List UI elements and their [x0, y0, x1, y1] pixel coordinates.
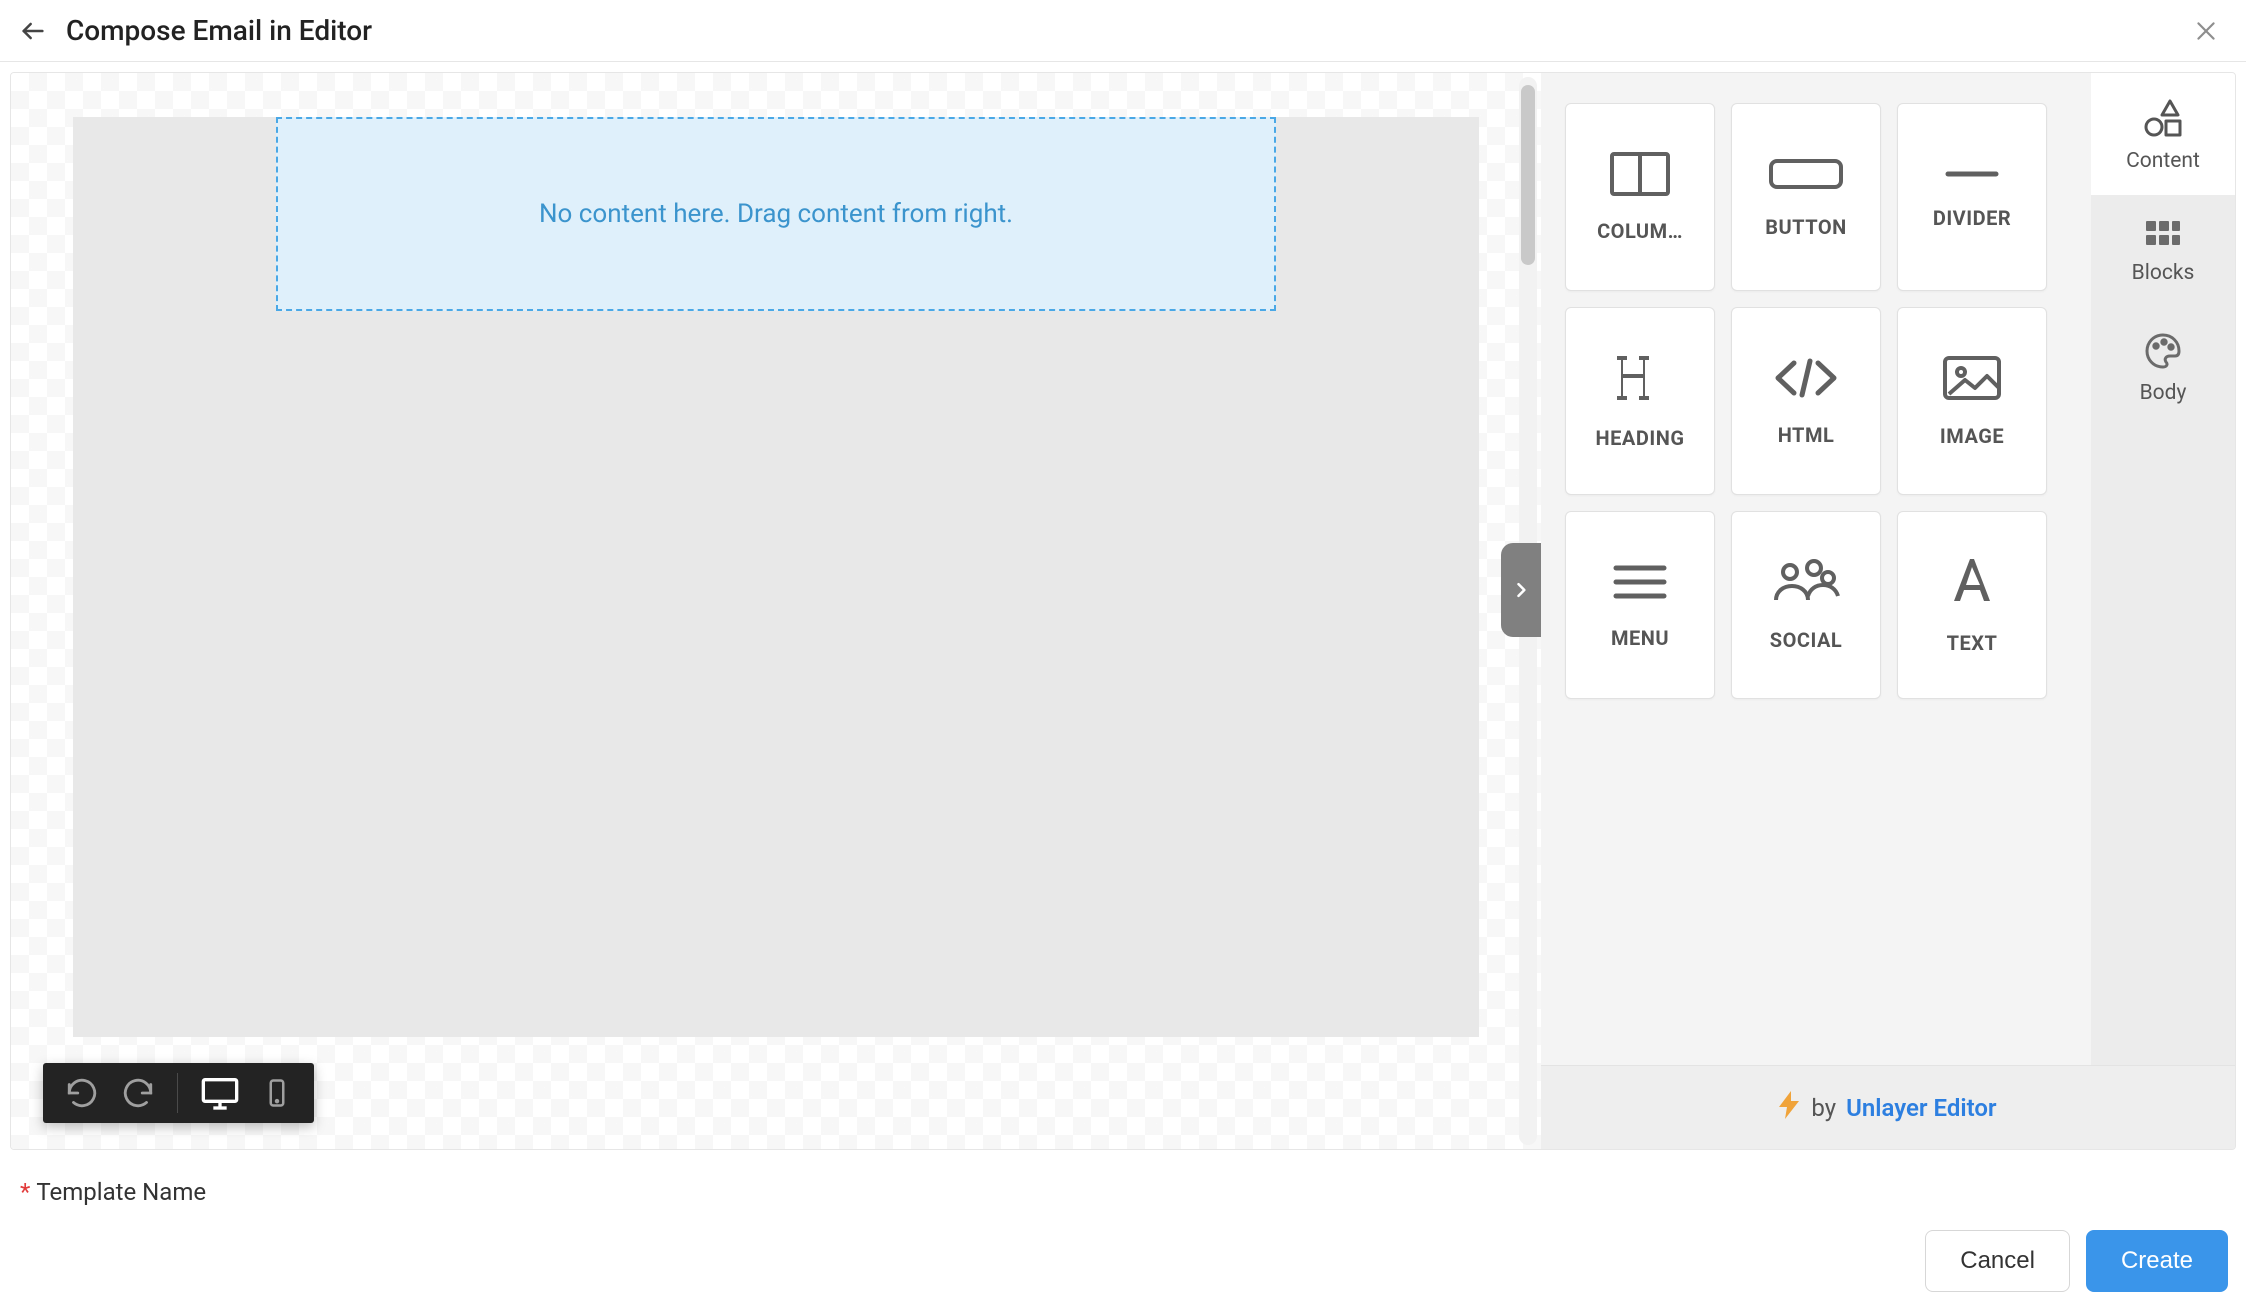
blocks-grid: COLUM… BUTTON [1565, 103, 2067, 699]
tab-label: Body [2140, 381, 2187, 405]
canvas-scroll[interactable]: No content here. Drag content from right… [11, 73, 1541, 1149]
shapes-icon [2142, 97, 2184, 139]
close-button[interactable] [2190, 15, 2222, 47]
tab-body[interactable]: Body [2091, 307, 2235, 427]
editor: No content here. Drag content from right… [10, 72, 2236, 1150]
tab-blocks[interactable]: Blocks [2091, 195, 2235, 307]
redo-icon [121, 1076, 155, 1110]
desktop-icon [200, 1073, 240, 1113]
required-asterisk: * [20, 1178, 30, 1206]
back-button[interactable] [18, 16, 48, 46]
bolt-icon [1779, 1091, 1801, 1125]
block-label: SOCIAL [1770, 628, 1842, 652]
undo-icon [65, 1076, 99, 1110]
tab-content[interactable]: Content [2091, 73, 2235, 195]
cancel-button[interactable]: Cancel [1925, 1230, 2070, 1292]
right-panel-main: COLUM… BUTTON [1541, 73, 2235, 1065]
tab-label: Blocks [2132, 261, 2195, 285]
create-button[interactable]: Create [2086, 1230, 2228, 1292]
mobile-icon [262, 1073, 292, 1113]
button-icon [1767, 155, 1845, 197]
mobile-preview-button[interactable] [262, 1073, 292, 1113]
modal-title: Compose Email in Editor [66, 14, 372, 47]
undo-button[interactable] [65, 1076, 99, 1110]
close-icon [2193, 18, 2219, 44]
block-label: MENU [1611, 626, 1669, 650]
form-area: *Template Name [10, 1150, 2236, 1216]
divider-icon [1942, 164, 2002, 188]
text-icon [1948, 555, 1996, 613]
block-tile-html[interactable]: HTML [1731, 307, 1881, 495]
toolbar-separator [177, 1073, 178, 1113]
block-label: TEXT [1947, 631, 1998, 655]
image-icon [1941, 354, 2003, 406]
block-label: DIVIDER [1933, 206, 2011, 230]
canvas-body[interactable]: No content here. Drag content from right… [73, 117, 1479, 1037]
block-tile-text[interactable]: TEXT [1897, 511, 2047, 699]
block-tile-menu[interactable]: MENU [1565, 511, 1715, 699]
canvas-dropzone[interactable]: No content here. Drag content from right… [276, 117, 1276, 311]
scrollbar-thumb[interactable] [1521, 85, 1535, 265]
chevron-right-icon [1511, 575, 1531, 605]
block-label: BUTTON [1765, 215, 1847, 239]
modal-footer: Cancel Create [0, 1216, 2246, 1314]
block-tile-columns[interactable]: COLUM… [1565, 103, 1715, 291]
template-name-text: Template Name [36, 1178, 206, 1206]
header-left: Compose Email in Editor [18, 14, 372, 47]
block-tile-divider[interactable]: DIVIDER [1897, 103, 2047, 291]
attribution-link[interactable]: Unlayer Editor [1846, 1094, 1996, 1122]
palette-icon [2143, 331, 2183, 371]
menu-icon [1610, 560, 1670, 608]
block-tile-heading[interactable]: HEADING [1565, 307, 1715, 495]
block-label: HTML [1778, 423, 1835, 447]
editor-outer: No content here. Drag content from right… [0, 62, 2246, 1216]
panel-collapse-handle[interactable] [1501, 543, 1541, 637]
block-tile-image[interactable]: IMAGE [1897, 307, 2047, 495]
side-tabs: Content Blocks Body [2091, 73, 2235, 1065]
blocks-area: COLUM… BUTTON [1541, 73, 2091, 1065]
block-tile-social[interactable]: SOCIAL [1731, 511, 1881, 699]
block-tile-button[interactable]: BUTTON [1731, 103, 1881, 291]
redo-button[interactable] [121, 1076, 155, 1110]
modal-header: Compose Email in Editor [0, 0, 2246, 62]
right-panel: COLUM… BUTTON [1541, 73, 2235, 1149]
grid-icon [2144, 219, 2182, 251]
html-icon [1772, 355, 1840, 405]
desktop-preview-button[interactable] [200, 1073, 240, 1113]
block-label: COLUM… [1597, 219, 1683, 243]
social-icon [1770, 558, 1842, 610]
block-label: HEADING [1596, 426, 1685, 450]
floating-toolbar [43, 1063, 314, 1123]
arrow-left-icon [19, 17, 47, 45]
template-name-label: *Template Name [20, 1178, 2226, 1206]
dropzone-text: No content here. Drag content from right… [302, 199, 1250, 229]
attribution-bar: by Unlayer Editor [1541, 1065, 2235, 1149]
compose-email-modal: Compose Email in Editor No content here.… [0, 0, 2246, 1314]
canvas-zone: No content here. Drag content from right… [11, 73, 1541, 1149]
columns-icon [1609, 151, 1671, 201]
attribution-by: by [1811, 1094, 1836, 1122]
block-label: IMAGE [1940, 424, 2004, 448]
heading-icon [1611, 352, 1669, 408]
tab-label: Content [2126, 149, 2200, 173]
